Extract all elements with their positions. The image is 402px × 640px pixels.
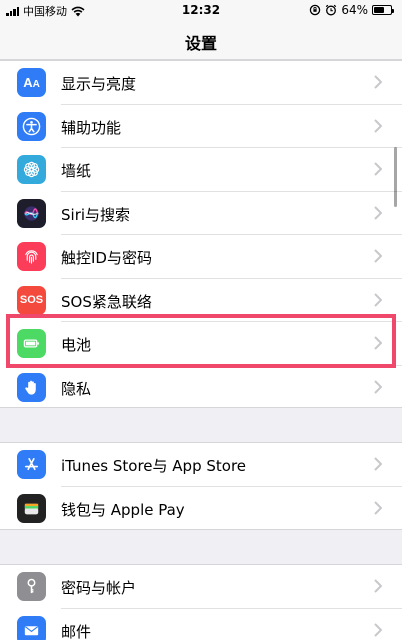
- chevron-right-icon: [374, 622, 382, 637]
- battery-level-fill: [374, 7, 385, 13]
- chevron-right-icon: [374, 457, 382, 471]
- settings-row-battery[interactable]: 电池: [0, 322, 402, 366]
- settings-row-label: 辅助功能: [61, 118, 122, 137]
- settings-row-accessibility[interactable]: 辅助功能: [0, 105, 402, 148]
- settings-row-label: 电池: [61, 336, 92, 354]
- fingerprint-icon: [17, 242, 46, 271]
- settings-group-accounts: 密码与帐户 邮件: [0, 564, 402, 640]
- battery-status-icon: [372, 5, 394, 15]
- settings-row-label: 钱包与 Apple Pay: [61, 500, 185, 519]
- settings-row-wallet-apple-pay[interactable]: 钱包与 Apple Pay: [0, 487, 402, 531]
- battery-icon: [17, 329, 46, 358]
- settings-row-label: 触控ID与密码: [61, 249, 152, 267]
- wallet-icon: [17, 493, 46, 523]
- wallpaper-icon: [17, 155, 46, 184]
- chevron-right-icon: [374, 249, 382, 263]
- settings-row-passwords-accounts[interactable]: 密码与帐户: [0, 565, 402, 609]
- settings-row-emergency-sos[interactable]: SOS SOS紧急联络: [0, 279, 402, 322]
- chevron-right-icon: [374, 118, 382, 133]
- settings-row-privacy[interactable]: 隐私: [0, 366, 402, 410]
- key-icon: [17, 572, 46, 601]
- settings-row-siri-search[interactable]: Siri与搜索: [0, 192, 402, 235]
- chevron-right-icon: [374, 336, 382, 350]
- settings-row-label: SOS紧急联络: [61, 292, 152, 311]
- display-brightness-icon: AA: [17, 68, 46, 97]
- mail-icon: [17, 615, 46, 640]
- status-bar: 中国移动 12:32 64%: [0, 0, 402, 22]
- chevron-right-icon: [374, 379, 382, 394]
- chevron-right-icon: [374, 500, 382, 515]
- chevron-right-icon: [374, 162, 382, 176]
- settings-row-label: Siri与搜索: [61, 205, 131, 224]
- navigation-bar: 设置: [0, 22, 402, 60]
- privacy-hand-icon: [17, 372, 46, 402]
- settings-group-store: iTunes Store与 App Store 钱包与 Apple Pay: [0, 442, 402, 530]
- settings-row-label: 显示与亮度: [61, 75, 137, 93]
- page-title: 设置: [184, 34, 217, 53]
- settings-row-wallpaper[interactable]: 墙纸: [0, 148, 402, 192]
- chevron-right-icon: [374, 205, 382, 220]
- chevron-right-icon: [374, 75, 382, 89]
- settings-row-display-brightness[interactable]: AA 显示与亮度: [0, 61, 402, 105]
- app-store-icon: [17, 450, 46, 479]
- siri-icon: [17, 198, 46, 228]
- settings-row-touch-id-passcode[interactable]: 触控ID与密码: [0, 235, 402, 279]
- settings-row-label: iTunes Store与 App Store: [61, 457, 247, 475]
- alarm-icon: [326, 4, 337, 16]
- chevron-right-icon: [374, 292, 382, 307]
- battery-percent: 64%: [341, 3, 368, 17]
- settings-row-mail[interactable]: 邮件: [0, 609, 402, 640]
- scroll-indicator: [394, 147, 397, 207]
- settings-row-label: 邮件: [61, 622, 92, 640]
- settings-row-label: 墙纸: [61, 162, 92, 180]
- settings-screen: 中国移动 12:32 64% 设置 AA 显示与亮度 辅助功能 墙纸 Siri与…: [0, 0, 402, 640]
- orientation-lock-icon: [310, 4, 321, 16]
- chevron-right-icon: [374, 579, 382, 593]
- settings-row-label: 隐私: [61, 379, 92, 398]
- settings-row-label: 密码与帐户: [61, 579, 137, 597]
- accessibility-icon: [17, 111, 46, 141]
- settings-group-general: AA 显示与亮度 辅助功能 墙纸 Siri与搜索 触控ID与密码 SOS SOS…: [0, 60, 402, 408]
- sos-icon: SOS: [17, 285, 46, 315]
- status-right: 64%: [309, 3, 394, 17]
- settings-row-itunes-app-store[interactable]: iTunes Store与 App Store: [0, 443, 402, 487]
